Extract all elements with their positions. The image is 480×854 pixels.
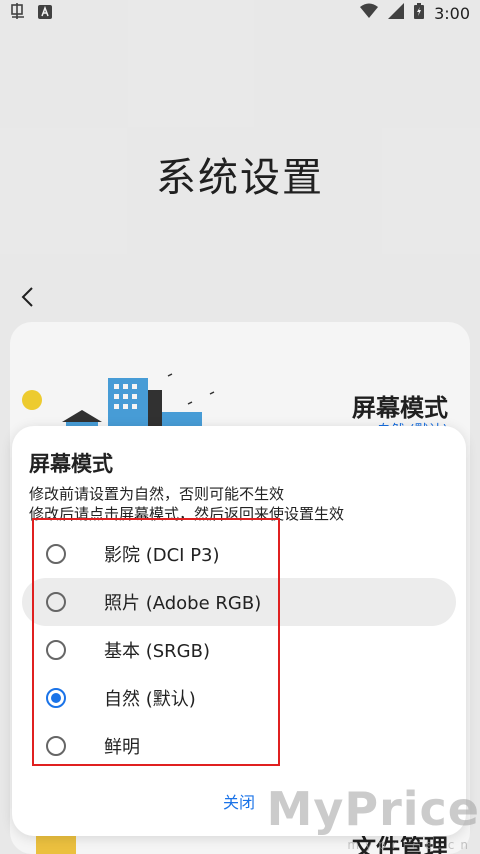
dialog-title: 屏幕模式	[29, 452, 113, 476]
dialog-description-line-2: 修改后请点击屏幕模式，然后返回来使设置生效	[29, 505, 345, 523]
option-natural[interactable]: 自然 (默认)	[22, 674, 456, 722]
radio-options-list: 影院 (DCI P3) 照片 (Adobe RGB) 基本 (SRGB) 自然 …	[12, 530, 466, 770]
radio-button-checked[interactable]	[46, 688, 66, 708]
option-label: 基本 (SRGB)	[104, 641, 210, 662]
option-basic[interactable]: 基本 (SRGB)	[22, 626, 456, 674]
radio-button[interactable]	[46, 592, 66, 612]
radio-button[interactable]	[46, 544, 66, 564]
option-cinema[interactable]: 影院 (DCI P3)	[22, 530, 456, 578]
option-label: 自然 (默认)	[104, 689, 196, 710]
watermark-sub: myprice.cn	[347, 838, 474, 852]
screen-mode-dialog: 屏幕模式 修改前请设置为自然，否则可能不生效 修改后请点击屏幕模式，然后返回来使…	[12, 426, 466, 836]
dialog-description-line-1: 修改前请设置为自然，否则可能不生效	[29, 485, 285, 503]
option-label: 照片 (Adobe RGB)	[104, 593, 262, 614]
radio-button[interactable]	[46, 736, 66, 756]
option-label: 鲜明	[104, 737, 140, 758]
option-photo[interactable]: 照片 (Adobe RGB)	[22, 578, 456, 626]
watermark-logo: MyPrice	[266, 782, 480, 836]
radio-button[interactable]	[46, 640, 66, 660]
option-label: 影院 (DCI P3)	[104, 545, 220, 566]
dialog-description: 修改前请设置为自然，否则可能不生效 修改后请点击屏幕模式，然后返回来使设置生效	[29, 484, 459, 524]
option-vivid[interactable]: 鲜明	[22, 722, 456, 770]
